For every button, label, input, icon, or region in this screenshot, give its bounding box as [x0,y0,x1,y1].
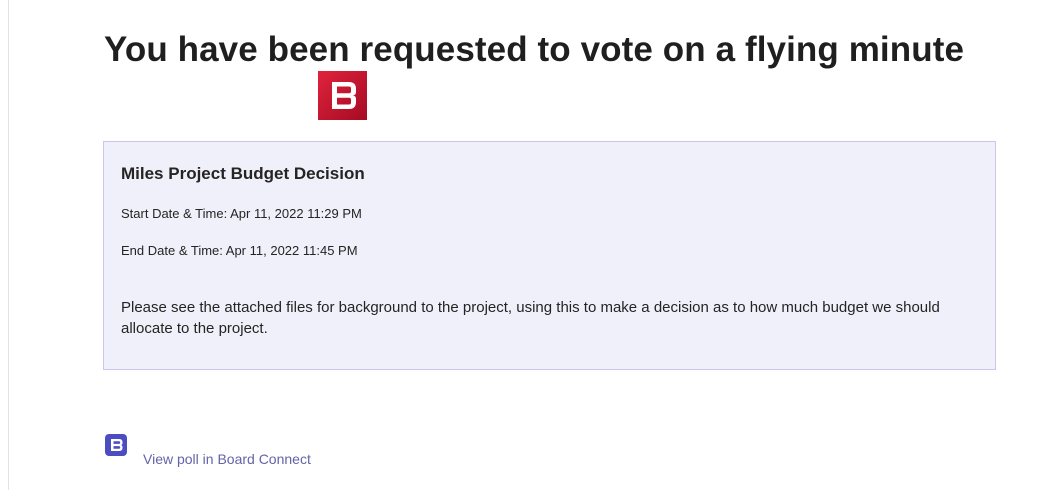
poll-card: Miles Project Budget Decision Start Date… [103,141,996,370]
view-poll-link[interactable]: View poll in Board Connect [143,451,311,467]
poll-start-datetime: Start Date & Time: Apr 11, 2022 11:29 PM [121,206,362,221]
divider [8,0,9,490]
board-connect-icon[interactable] [104,433,128,457]
flying-minute-message: You have been requested to vote on a fly… [0,0,1046,490]
poll-description: Please see the attached files for backgr… [121,299,940,337]
board-connect-logo-icon [318,71,367,120]
poll-end-datetime: End Date & Time: Apr 11, 2022 11:45 PM [121,243,358,258]
poll-title: Miles Project Budget Decision [121,164,365,183]
page-title: You have been requested to vote on a fly… [104,30,965,69]
